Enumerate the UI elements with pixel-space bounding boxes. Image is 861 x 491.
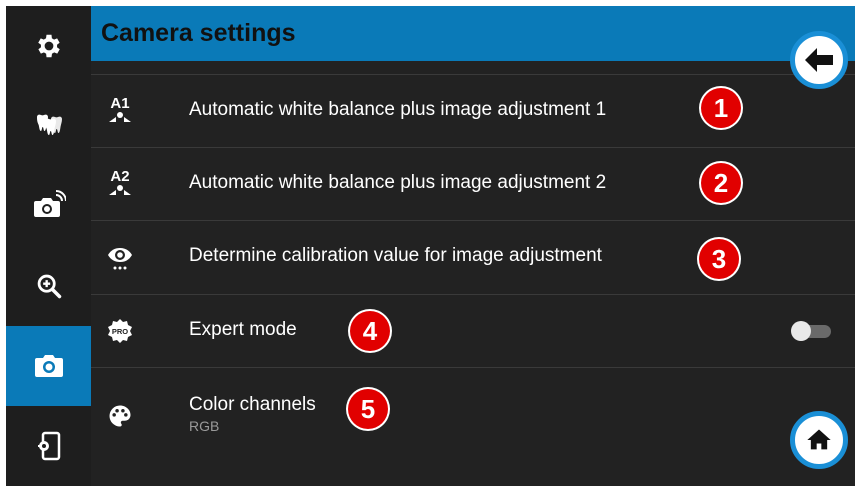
camera-wireless-icon — [33, 190, 66, 217]
zoom-in-icon — [37, 274, 61, 299]
pro-icon-text: PRO — [112, 327, 128, 336]
home-button[interactable] — [790, 411, 848, 469]
a1-white-balance-icon: A1 — [104, 95, 136, 127]
setting-row-awb-1[interactable]: A1 Automatic white balance plus image ad… — [91, 74, 855, 147]
setting-value-color-channels: RGB — [189, 418, 220, 434]
home-icon — [807, 429, 831, 450]
palette-icon — [104, 400, 136, 432]
page-title: Camera settings — [101, 19, 296, 47]
header-bar: Camera settings — [91, 6, 855, 61]
callout-badge-2: 2 — [701, 163, 741, 203]
callout-badge-1: 1 — [701, 88, 741, 128]
sidebar-item-settings[interactable] — [6, 6, 91, 86]
callout-badge-5: 5 — [348, 389, 388, 429]
exit-app-icon — [37, 431, 60, 461]
setting-row-awb-2[interactable]: A2 Automatic white balance plus image ad… — [91, 147, 855, 220]
toggle-knob — [791, 321, 811, 341]
callout-badge-3: 3 — [699, 239, 739, 279]
setting-label-awb-2: Automatic white balance plus image adjus… — [189, 172, 607, 193]
sidebar-item-exit[interactable] — [6, 406, 91, 486]
sidebar — [6, 6, 91, 486]
callout-badge-4: 4 — [350, 311, 390, 351]
setting-label-expert-mode: Expert mode — [189, 319, 297, 340]
setting-label-calibration: Determine calibration value for image ad… — [189, 245, 602, 266]
app-screen: Camera settings A1 Automatic white balan… — [0, 0, 861, 491]
setting-label-awb-1: Automatic white balance plus image adjus… — [189, 99, 607, 120]
camera-icon — [34, 355, 63, 377]
a1-icon-text: A1 — [110, 95, 129, 112]
pro-icon: PRO — [104, 315, 136, 347]
expert-mode-toggle[interactable] — [791, 321, 833, 341]
setting-row-color-channels[interactable]: Color channels RGB 5 — [91, 367, 855, 486]
sidebar-item-zoom[interactable] — [6, 246, 91, 326]
teeth-icon — [36, 114, 62, 135]
setting-label-color-channels: Color channels — [189, 394, 316, 415]
a2-icon-text: A2 — [110, 168, 129, 185]
sidebar-item-patients[interactable] — [6, 86, 91, 166]
arrow-left-icon — [805, 48, 833, 72]
sidebar-item-camera[interactable] — [6, 326, 91, 406]
gear-icon — [37, 34, 60, 58]
sidebar-item-camera-wireless[interactable] — [6, 166, 91, 246]
setting-row-expert-mode[interactable]: PRO Expert mode 4 — [91, 294, 855, 367]
eye-calibration-icon — [104, 241, 136, 273]
back-button[interactable] — [790, 31, 848, 89]
setting-row-calibration[interactable]: Determine calibration value for image ad… — [91, 220, 855, 293]
settings-panel: Camera settings A1 Automatic white balan… — [91, 6, 855, 486]
a2-white-balance-icon: A2 — [104, 168, 136, 200]
